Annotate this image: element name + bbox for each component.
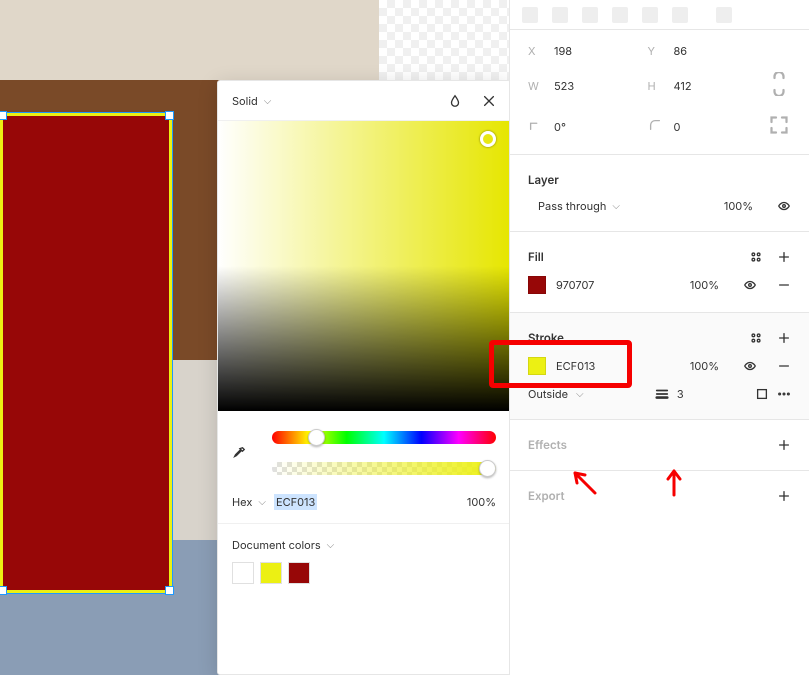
blend-mode-icon[interactable] — [448, 94, 462, 108]
x-input[interactable]: X198 — [528, 44, 642, 58]
color-model-dropdown[interactable]: Hex ⌵ — [232, 495, 266, 509]
document-swatch[interactable] — [260, 562, 282, 584]
chevron-down-icon: ⌵ — [612, 200, 620, 212]
selected-shape[interactable] — [0, 113, 172, 593]
paint-type-label: Solid — [232, 94, 258, 108]
blend-mode-dropdown[interactable]: Pass through⌵ — [538, 199, 620, 213]
picker-opacity-input[interactable]: 100% — [450, 495, 496, 509]
hex-input[interactable]: ECF013 — [274, 495, 442, 509]
chevron-down-icon: ⌵ — [264, 95, 272, 107]
constrain-proportions-icon[interactable] — [767, 72, 791, 99]
remove-fill-icon[interactable] — [777, 278, 791, 292]
fill-hex[interactable]: 970707 — [556, 278, 594, 292]
corner-radius-input[interactable]: 0 — [648, 113, 762, 140]
color-picker-panel: Solid ⌵ Hex ⌵ ECF013 — [217, 80, 511, 675]
eyedropper-icon[interactable] — [232, 446, 246, 460]
layer-title: Layer — [528, 173, 559, 187]
color-model-label: Hex — [232, 495, 252, 509]
align-more-icon[interactable] — [716, 7, 732, 23]
layer-opacity-input[interactable]: 100% — [724, 199, 753, 213]
add-fill-icon[interactable] — [777, 250, 791, 264]
document-swatches — [232, 562, 496, 584]
alpha-thumb[interactable] — [479, 460, 496, 477]
styles-icon[interactable] — [749, 250, 763, 264]
rotation-input[interactable]: 0° — [528, 113, 642, 140]
h-input[interactable]: H412 — [648, 72, 762, 99]
align-center-icon[interactable] — [552, 7, 568, 23]
sv-cursor[interactable] — [480, 131, 496, 147]
hue-thumb[interactable] — [308, 429, 325, 446]
add-export-icon[interactable] — [777, 489, 791, 503]
selection-handle[interactable] — [0, 586, 7, 595]
stroke-weight-input[interactable]: 3 — [677, 387, 684, 401]
design-inspector: X198 Y86 W523 H412 0° 0 Layer Pass throu… — [509, 0, 809, 675]
stroke-more-icon[interactable] — [777, 387, 791, 401]
align-right-icon[interactable] — [582, 7, 598, 23]
document-colors-label: Document colors — [232, 538, 321, 552]
visibility-icon[interactable] — [743, 278, 757, 292]
add-effect-icon[interactable] — [777, 438, 791, 452]
fill-section: Fill 970707 100% — [510, 232, 809, 313]
fill-title: Fill — [528, 250, 544, 264]
annotation-arrow — [567, 465, 599, 501]
document-colors-dropdown[interactable]: Document colors ⌵ — [232, 538, 496, 552]
effects-section: Effects — [510, 420, 809, 471]
selection-handle[interactable] — [165, 586, 174, 595]
document-swatch[interactable] — [288, 562, 310, 584]
selection-handle[interactable] — [165, 111, 174, 120]
close-icon[interactable] — [482, 94, 496, 108]
selection-handle[interactable] — [0, 111, 7, 120]
align-toolbar — [510, 0, 809, 30]
annotation-highlight-stroke — [489, 340, 632, 388]
add-stroke-icon[interactable] — [777, 331, 791, 345]
fill-opacity-input[interactable]: 100% — [690, 278, 719, 292]
transform-section: X198 Y86 W523 H412 0° 0 — [510, 30, 809, 155]
annotation-arrow — [658, 465, 690, 501]
stroke-weight-icon — [655, 387, 669, 401]
independent-corners-icon[interactable] — [767, 113, 791, 140]
stroke-position-dropdown[interactable]: Outside ⌵ — [528, 387, 584, 401]
w-input[interactable]: W523 — [528, 72, 642, 99]
hue-slider[interactable] — [272, 431, 496, 444]
align-bottom-icon[interactable] — [672, 7, 688, 23]
document-swatch[interactable] — [232, 562, 254, 584]
export-title: Export — [528, 489, 565, 503]
align-middle-icon[interactable] — [642, 7, 658, 23]
align-left-icon[interactable] — [522, 7, 538, 23]
chevron-down-icon: ⌵ — [258, 496, 266, 508]
paint-type-dropdown[interactable]: Solid ⌵ — [232, 94, 271, 108]
align-top-icon[interactable] — [612, 7, 628, 23]
saturation-value-area[interactable] — [218, 121, 510, 411]
y-input[interactable]: Y86 — [648, 44, 762, 58]
alpha-slider[interactable] — [272, 462, 496, 475]
remove-stroke-icon[interactable] — [777, 359, 791, 373]
layer-section: Layer Pass through⌵ 100% — [510, 155, 809, 232]
fill-color-chip[interactable] — [528, 276, 546, 294]
styles-icon[interactable] — [749, 331, 763, 345]
visibility-icon[interactable] — [777, 199, 791, 213]
chevron-down-icon: ⌵ — [576, 388, 584, 400]
effects-title: Effects — [528, 438, 567, 452]
chevron-down-icon: ⌵ — [327, 539, 335, 551]
stroke-opacity-input[interactable]: 100% — [690, 359, 719, 373]
visibility-icon[interactable] — [743, 359, 757, 373]
stroke-sides-icon[interactable] — [755, 387, 769, 401]
